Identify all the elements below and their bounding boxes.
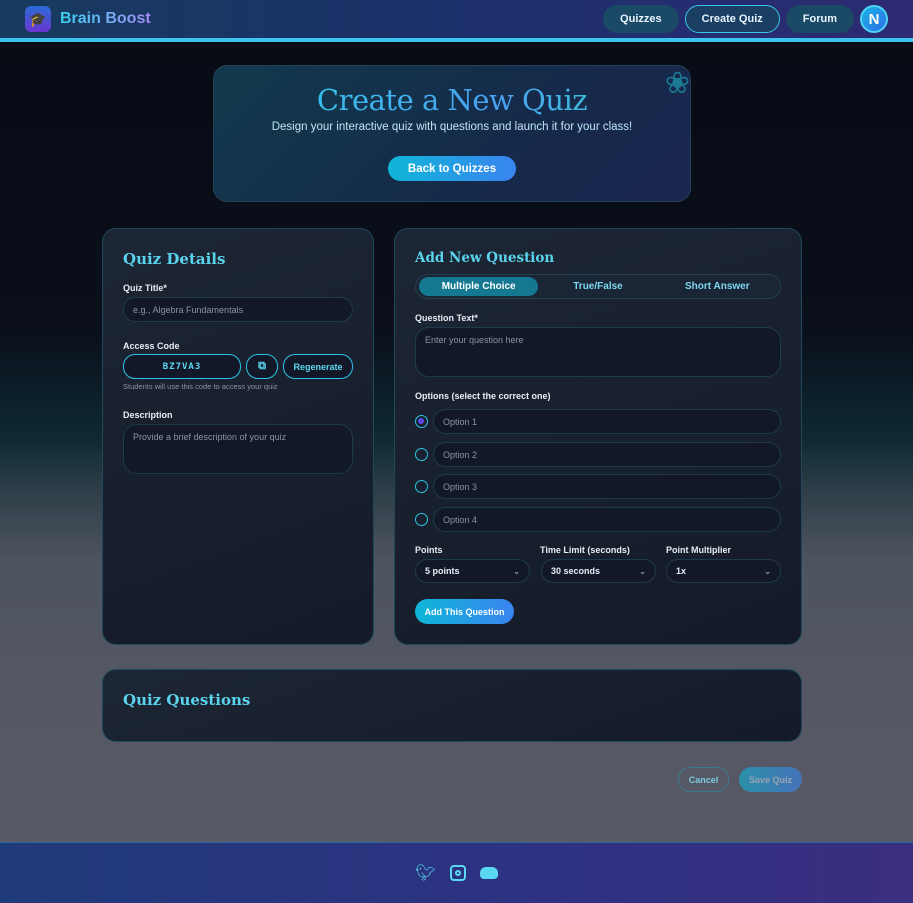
back-to-quizzes-button[interactable]: Back to Quizzes [387,156,517,181]
regenerate-button[interactable]: Regenerate [283,354,353,379]
description-label: Description [123,410,173,420]
time-limit-value: 30 seconds [551,566,601,576]
question-text-input[interactable]: Enter your question here [415,327,781,377]
question-type-tabs: Multiple Choice True/False Short Answer [415,274,781,299]
option-4-radio[interactable] [415,513,428,526]
description-input[interactable]: Provide a brief description of your quiz [123,424,353,474]
top-nav: 🎓 Brain Boost Quizzes Create Quiz Forum … [0,0,913,38]
chevron-down-icon: ⌄ [513,566,520,576]
cancel-button[interactable]: Cancel [678,767,729,792]
nav-quizzes[interactable]: Quizzes [603,5,679,33]
brand-name[interactable]: Brain Boost [60,10,151,28]
hero-banner: ❀ Create a New Quiz Design your interact… [213,65,691,202]
points-label: Points [415,545,443,555]
add-question-title: Add New Question [415,250,555,266]
option-1-input[interactable]: Option 1 [433,409,781,434]
avatar[interactable]: N [860,5,888,33]
copy-icon[interactable]: ⧉ [246,354,278,379]
option-3-input[interactable]: Option 3 [433,474,781,499]
question-text-label: Question Text* [415,313,478,323]
access-code-label: Access Code [123,341,180,351]
points-select[interactable]: 5 points ⌄ [415,559,530,583]
save-quiz-button[interactable]: Save Quiz [739,767,802,792]
nav-create-quiz[interactable]: Create Quiz [684,5,780,33]
option-1-radio[interactable] [415,415,428,428]
time-limit-select[interactable]: 30 seconds ⌄ [541,559,656,583]
footer: 🐦︎ [0,842,913,903]
add-question-card: Add New Question Multiple Choice True/Fa… [394,228,802,645]
multiplier-value: 1x [676,566,687,576]
twitter-icon[interactable]: 🐦︎ [415,863,435,883]
nav-forum[interactable]: Forum [785,5,854,33]
tab-multiple-choice[interactable]: Multiple Choice [419,277,539,296]
header-divider [0,38,913,42]
tab-true-false[interactable]: True/False [538,277,657,296]
chevron-down-icon: ⌄ [764,566,771,576]
quiz-details-title: Quiz Details [123,250,226,268]
discord-icon[interactable] [479,867,498,879]
quiz-questions-card: Quiz Questions [102,669,802,742]
quiz-title-label: Quiz Title* [123,283,167,293]
instagram-icon[interactable] [449,865,466,881]
options-label: Options (select the correct one) [415,391,551,401]
quiz-title-input[interactable]: e.g., Algebra Fundamentals [123,297,353,322]
option-3-radio[interactable] [415,480,428,493]
page-subtitle: Design your interactive quiz with questi… [271,121,633,133]
quiz-questions-title: Quiz Questions [123,691,251,709]
page-title: Create a New Quiz [214,83,690,117]
option-2-input[interactable]: Option 2 [433,442,781,467]
multiplier-select[interactable]: 1x ⌄ [666,559,781,583]
tab-short-answer[interactable]: Short Answer [658,277,777,296]
option-4-input[interactable]: Option 4 [433,507,781,532]
access-code-field[interactable]: BZ7VA3 [123,354,241,379]
points-value: 5 points [425,566,460,576]
time-limit-label: Time Limit (seconds) [540,545,630,555]
option-2-radio[interactable] [415,448,428,461]
decorative-shapes-icon: ❀ [664,67,690,100]
multiplier-label: Point Multiplier [666,545,731,555]
add-question-button[interactable]: Add This Question [415,599,514,624]
graduation-cap-icon: 🎓 [25,6,51,32]
access-code-hint: Students will use this code to access yo… [123,382,278,391]
chevron-down-icon: ⌄ [639,566,646,576]
quiz-details-card: Quiz Details Quiz Title* e.g., Algebra F… [102,228,374,645]
